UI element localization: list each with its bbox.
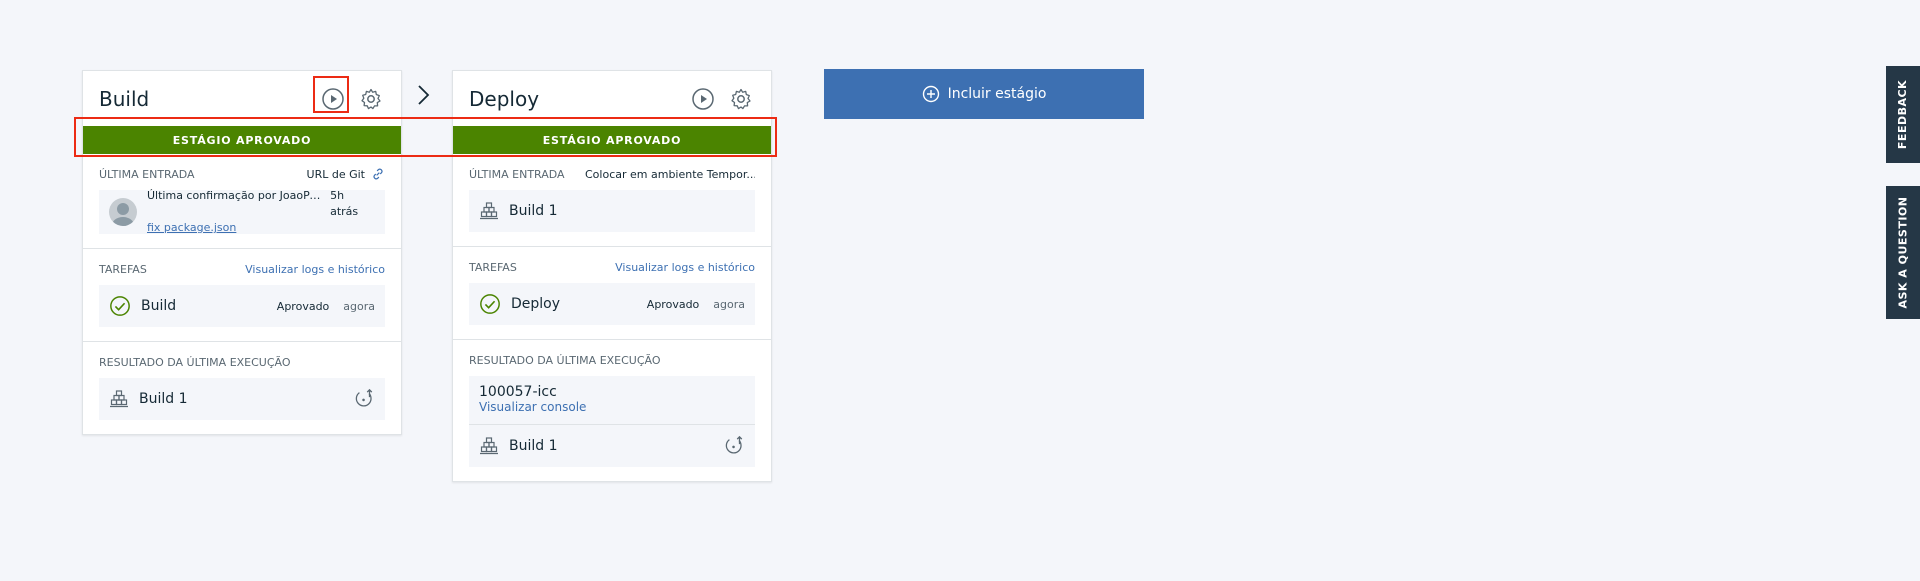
task-name: Build [141,298,177,314]
section-label: TAREFAS [469,260,517,274]
redeploy-icon[interactable] [723,435,745,457]
redeploy-icon[interactable] [353,388,375,410]
artifact-name: Build 1 [139,391,188,407]
task-status: Aprovado [276,299,330,313]
section-label: RESULTADO DA ÚLTIMA EXECUÇÃO [469,353,661,367]
commit-box: Última confirmação por JoaoPe... 5h atrá… [99,189,385,234]
task-row[interactable]: Build Aprovado agora [99,285,385,327]
input-source: Colocar em ambiente Tempor... [585,167,755,181]
view-console-link[interactable]: Visualizar console [479,400,745,414]
ask-question-label: ASK A QUESTION [1896,196,1910,309]
stage-title: Deploy [469,86,540,111]
gear-icon[interactable] [357,85,385,113]
commit-message: Última confirmação por JoaoPe... [147,189,325,202]
section-label: ÚLTIMA ENTRADA [469,167,565,181]
play-icon[interactable] [689,85,717,113]
play-icon[interactable] [319,85,347,113]
add-stage-label: Incluir estágio [947,86,1047,102]
section-label: TAREFAS [99,262,147,276]
view-logs-link[interactable]: Visualizar logs e histórico [615,261,755,274]
stage-header: Build [83,71,401,126]
execution-id: 100057-icc [479,384,557,400]
task-time: agora [343,299,375,313]
result-section: RESULTADO DA ÚLTIMA EXECUÇÃO Build 1 [83,342,401,434]
artifact-row[interactable]: Build 1 [469,425,755,467]
commit-link[interactable]: fix package.json [147,221,236,234]
view-logs-link[interactable]: Visualizar logs e histórico [245,263,385,276]
stage-title: Build [99,86,150,111]
build-artifact-icon [480,437,498,455]
task-name: Deploy [511,296,561,312]
check-circle-icon [480,294,500,314]
artifact-name: Build 1 [509,203,558,219]
section-label: ÚLTIMA ENTRADA [99,167,195,181]
input-source-label: URL de Git [306,167,365,181]
commit-time: 5h atrás [330,189,359,218]
tasks-section: TAREFAS Visualizar logs e histórico Depl… [453,247,771,340]
stage-card-deploy: Deploy ESTÁGIO APROVADO ÚLTIMA ENTRADA C… [452,70,772,482]
feedback-tab[interactable]: FEEDBACK [1886,66,1920,163]
status-banner: ESTÁGIO APROVADO [83,126,401,154]
build-artifact-icon [110,390,128,408]
task-time: agora [713,297,745,311]
task-row[interactable]: Deploy Aprovado agora [469,283,755,325]
stage-header: Deploy [453,71,771,126]
ask-question-tab[interactable]: ASK A QUESTION [1886,186,1920,319]
status-banner: ESTÁGIO APROVADO [453,126,771,154]
add-stage-button[interactable]: Incluir estágio [824,69,1144,119]
gear-icon[interactable] [727,85,755,113]
artifact-row[interactable]: Build 1 [99,378,385,420]
input-artifact-row[interactable]: Build 1 [469,190,755,232]
result-section: RESULTADO DA ÚLTIMA EXECUÇÃO 100057-icc … [453,340,771,481]
avatar [109,198,137,226]
input-source: URL de Git [307,167,385,181]
feedback-label: FEEDBACK [1896,79,1910,150]
last-input-section: ÚLTIMA ENTRADA URL de Git Última confirm… [83,154,401,249]
stage-card-build: Build ESTÁGIO APROVADO ÚLTIMA ENTRADA UR… [82,70,402,435]
tasks-section: TAREFAS Visualizar logs e histórico Buil… [83,249,401,342]
chevron-right-icon [418,85,430,105]
plus-circle-icon [922,85,939,103]
build-artifact-icon [480,202,498,220]
artifact-name: Build 1 [509,438,558,454]
check-circle-icon [110,296,130,316]
section-label: RESULTADO DA ÚLTIMA EXECUÇÃO [99,355,291,369]
task-status: Aprovado [646,297,700,311]
link-icon [373,168,383,180]
last-input-section: ÚLTIMA ENTRADA Colocar em ambiente Tempo… [453,154,771,247]
execution-block: 100057-icc Visualizar console Build 1 [469,376,755,467]
